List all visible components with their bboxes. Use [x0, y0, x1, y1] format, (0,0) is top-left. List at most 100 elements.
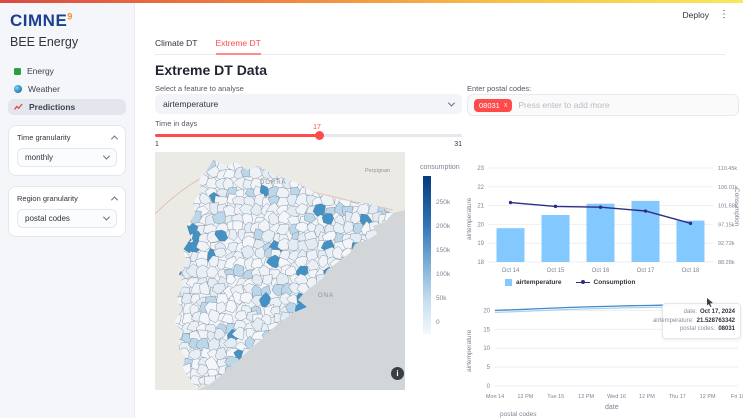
sidebar: CIMNE9 BEE Energy Energy Weather Predict…: [0, 3, 135, 418]
chevron-down-icon: [103, 214, 110, 221]
chevron-down-icon: [448, 99, 455, 106]
region-granularity-header[interactable]: Region granularity: [17, 194, 117, 203]
tooltip-label: postal codes:: [680, 325, 715, 334]
svg-text:110.45k: 110.45k: [718, 166, 737, 172]
legend-tick: 200k: [436, 223, 450, 230]
svg-text:12 PM: 12 PM: [517, 394, 533, 400]
app-title: BEE Energy: [0, 31, 134, 49]
svg-text:Tue 15: Tue 15: [547, 394, 564, 400]
map-attribution-info-icon[interactable]: i: [391, 367, 404, 380]
svg-text:15: 15: [483, 327, 490, 333]
collapse-chevron-icon: [111, 196, 118, 203]
chip-remove-icon[interactable]: x: [504, 102, 508, 109]
feature-select-label: Select a feature to analyse: [155, 84, 244, 93]
slider-value: 17: [313, 124, 321, 131]
sidebar-item-energy[interactable]: Energy: [8, 63, 126, 79]
page-title: Extreme DT Data: [155, 62, 267, 78]
svg-text:23: 23: [477, 166, 484, 172]
slider-track[interactable]: 17: [155, 134, 462, 137]
legend-gradient-bar: [423, 176, 431, 334]
energy-icon: [14, 68, 21, 75]
svg-text:21: 21: [477, 204, 484, 210]
consumption-legend: consumption 250k 200k 150k 100k 50k 0: [420, 164, 462, 171]
legend-tick: 250k: [436, 199, 450, 206]
legend-tick: 0: [436, 319, 440, 326]
map-label-perpignan: Perpignan: [365, 168, 390, 174]
svg-text:88.28k: 88.28k: [718, 260, 735, 266]
tooltip-value: Oct 17, 2024: [700, 308, 735, 317]
svg-text:Fri 18: Fri 18: [731, 394, 743, 400]
legend-tick: 150k: [436, 247, 450, 254]
chart-tooltip: date:Oct 17, 2024 airtemperature:21.5287…: [662, 303, 741, 339]
tab-extreme-dt[interactable]: Extreme DT: [216, 38, 261, 55]
sidebar-item-label: Weather: [28, 84, 60, 94]
region-granularity-panel: Region granularity postal codes: [8, 186, 126, 237]
map-canvas: [155, 152, 405, 390]
postal-chip-value: 08031: [479, 101, 500, 110]
temperature-consumption-chart[interactable]: 1888.28k1992.72k2097.15k21101.58k22106.0…: [460, 156, 743, 278]
svg-text:Oct 18: Oct 18: [682, 268, 700, 274]
svg-text:Oct 16: Oct 16: [592, 268, 610, 274]
slider-fill: [155, 134, 318, 137]
sidebar-item-predictions[interactable]: Predictions: [8, 99, 126, 115]
tooltip-label: airtemperature:: [653, 317, 694, 326]
legend-item-consumption[interactable]: Consumption: [576, 279, 636, 286]
bar-swatch-icon: [505, 279, 512, 286]
chart2-x-axis-title: date: [605, 404, 619, 411]
panel-title: Time granularity: [17, 133, 71, 142]
deploy-button[interactable]: Deploy: [683, 10, 709, 20]
kebab-menu-icon[interactable]: ⋮: [719, 11, 729, 19]
chevron-down-icon: [103, 153, 110, 160]
legend-item-airtemperature[interactable]: airtemperature: [505, 279, 562, 286]
tooltip-label: date:: [684, 308, 697, 317]
chart2-y-axis-title: airtemperature: [466, 330, 473, 372]
svg-text:18: 18: [477, 260, 484, 266]
svg-text:12 PM: 12 PM: [639, 394, 655, 400]
postal-input-placeholder: Press enter to add more: [518, 100, 609, 110]
tab-climate-dt[interactable]: Climate DT: [155, 38, 198, 55]
legend-label: airtemperature: [516, 279, 562, 286]
time-slider: 17 1 31: [155, 126, 462, 148]
tooltip-value: 08031: [718, 325, 735, 334]
svg-text:Oct 15: Oct 15: [547, 268, 565, 274]
chart1-legend: airtemperature Consumption: [505, 279, 635, 286]
weather-globe-icon: [14, 85, 22, 93]
legend-title: consumption: [420, 164, 462, 171]
cursor-arrow-icon: [706, 298, 714, 307]
svg-text:Oct 14: Oct 14: [502, 268, 520, 274]
region-granularity-select[interactable]: postal codes: [17, 209, 117, 228]
tooltip-value: 21.528763342: [697, 317, 735, 326]
slider-max: 31: [454, 141, 462, 148]
select-value: postal codes: [25, 214, 70, 223]
feature-select-value: airtemperature: [163, 99, 218, 109]
chart2-legend-title: postal codes: [500, 411, 537, 418]
map-label-barcelona: ONA: [318, 293, 334, 299]
logo-text: CIMNE: [10, 11, 67, 30]
header-actions: Deploy ⋮: [683, 10, 729, 20]
time-granularity-select[interactable]: monthly: [17, 148, 117, 167]
postal-codes-input[interactable]: 08031 x Press enter to add more: [467, 94, 739, 116]
svg-text:0: 0: [487, 384, 491, 390]
svg-text:22: 22: [477, 185, 484, 191]
legend-tick: 100k: [436, 271, 450, 278]
collapse-chevron-icon: [111, 135, 118, 142]
cimne-logo: CIMNE9: [0, 3, 134, 31]
app-window: CIMNE9 BEE Energy Energy Weather Predict…: [0, 0, 743, 418]
logo-mark: 9: [67, 11, 73, 21]
sidebar-item-weather[interactable]: Weather: [8, 81, 126, 97]
legend-tick: 50k: [436, 295, 446, 302]
tab-bar: Climate DT Extreme DT: [155, 38, 725, 55]
line-swatch-icon: [576, 282, 590, 284]
slider-handle[interactable]: [315, 131, 324, 140]
slider-min: 1: [155, 141, 159, 148]
slider-range-labels: 1 31: [155, 141, 462, 148]
svg-text:Wed 16: Wed 16: [607, 394, 626, 400]
svg-text:20: 20: [477, 222, 484, 228]
postal-codes-label: Enter postal codes:: [467, 84, 531, 93]
choropleth-map[interactable]: DORRA Perpignan ONA i: [155, 152, 405, 390]
time-granularity-header[interactable]: Time granularity: [17, 133, 117, 142]
svg-text:10: 10: [483, 346, 490, 352]
svg-text:5: 5: [487, 365, 491, 371]
sidebar-item-label: Predictions: [29, 102, 75, 112]
feature-select[interactable]: airtemperature: [155, 94, 462, 114]
